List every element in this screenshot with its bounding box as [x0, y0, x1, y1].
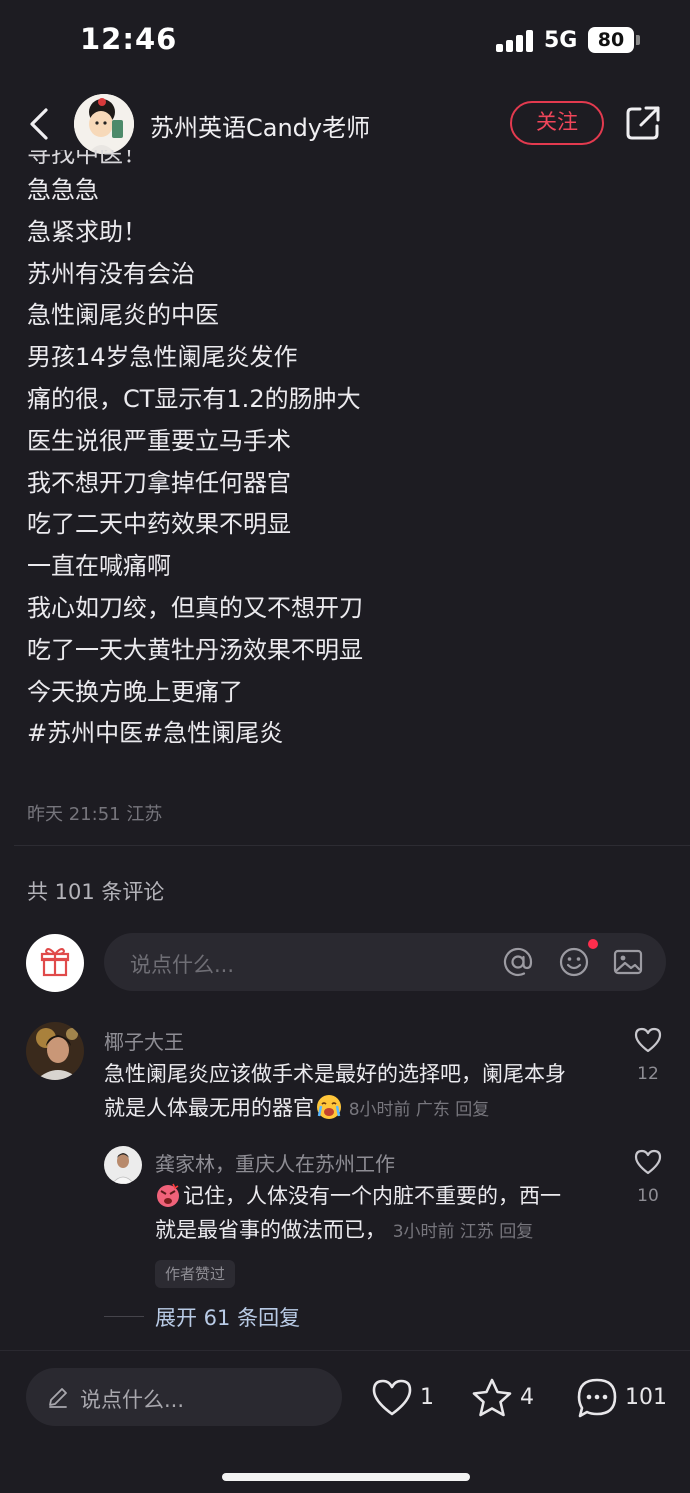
- post-line: 寻找中医！: [27, 150, 147, 168]
- post-line: 医生说很严重要立马手术: [27, 426, 291, 455]
- reply-meta[interactable]: 3小时前 江苏 回复: [393, 1222, 534, 1242]
- commenter-avatar[interactable]: [26, 1022, 84, 1080]
- post-timestamp: 昨天 21:51 江苏: [27, 804, 163, 825]
- post-line: 今天换方晚上更痛了: [27, 677, 243, 706]
- author-name[interactable]: 苏州英语Candy老师: [150, 108, 370, 143]
- comment-like-button[interactable]: 12: [628, 1026, 668, 1084]
- back-icon[interactable]: [24, 104, 56, 144]
- reply-like-count: 10: [637, 1186, 659, 1206]
- star-icon: [472, 1378, 512, 1417]
- reply-text-line1: 记住，人体没有一个内脏不重要的，西一: [155, 1179, 625, 1213]
- bottom-action-bar: 说点什么... 1 4 101: [0, 1350, 690, 1493]
- heart-icon: [634, 1027, 662, 1053]
- reply-text-body: 记住，人体没有一个内脏不重要的，西一: [183, 1184, 561, 1208]
- like-count: 1: [420, 1385, 434, 1410]
- comment-button[interactable]: 101: [575, 1377, 667, 1419]
- author-liked-badge: 作者赞过: [155, 1260, 236, 1288]
- comment-count: 共 101 条评论: [27, 880, 165, 904]
- favorite-button[interactable]: 4: [470, 1377, 540, 1419]
- reply-name[interactable]: 龚家林，重庆人在苏州工作: [155, 1148, 395, 1177]
- comment-input-placeholder: 说点什么...: [130, 953, 235, 977]
- post-line: 吃了一天大黄牡丹汤效果不明显: [27, 635, 363, 664]
- gift-button[interactable]: [26, 934, 84, 992]
- share-icon[interactable]: [624, 104, 662, 142]
- post-line: 一直在喊痛啊: [27, 552, 171, 581]
- commenter-name[interactable]: 椰子大王: [104, 1026, 184, 1055]
- post-line: 吃了二天中药效果不明显: [27, 510, 291, 539]
- comment-text-line2: 就是人体最无用的器官 8小时前 广东 回复: [104, 1091, 614, 1127]
- comment-like-count: 12: [637, 1064, 659, 1084]
- bottom-input-placeholder: 说点什么...: [80, 1388, 185, 1412]
- crying-emoji-icon: [317, 1095, 341, 1119]
- reply-text: 记住，人体没有一个内脏不重要的，西一 就是最省事的做法而已， 3小时前 江苏 回…: [155, 1179, 625, 1249]
- angry-emoji-icon: [157, 1183, 179, 1207]
- post-line: 急紧求助！: [27, 217, 147, 246]
- expand-line: [104, 1316, 144, 1317]
- heart-icon: [634, 1149, 662, 1175]
- comment-icon: [577, 1378, 617, 1418]
- expand-replies-link[interactable]: 展开 61 条回复: [155, 1302, 300, 1332]
- status-bar: 12:46 5G 80: [0, 0, 690, 84]
- post-line: 痛的很，CT显示有1.2的肠肿大: [27, 384, 361, 413]
- home-indicator[interactable]: [222, 1473, 470, 1481]
- bottom-comment-input[interactable]: 说点什么...: [26, 1368, 342, 1426]
- comment-text-line: 急性阑尾炎应该做手术是最好的选择吧，阑尾本身: [104, 1062, 566, 1086]
- post-line: 急性阑尾炎的中医: [27, 301, 219, 330]
- post-line: 男孩14岁急性阑尾炎发作: [27, 343, 298, 372]
- comment-text-end: 就是人体最无用的器官: [104, 1096, 314, 1120]
- post-line: 我心如刀绞，但真的又不想开刀: [27, 593, 363, 622]
- gift-icon: [40, 948, 70, 977]
- heart-icon: [372, 1379, 412, 1416]
- reply-avatar[interactable]: [104, 1146, 142, 1184]
- battery-cap: [636, 35, 640, 45]
- author-avatar[interactable]: [74, 94, 134, 154]
- signal-icon: [496, 30, 536, 52]
- favorite-count: 4: [520, 1385, 534, 1410]
- post-hashtags[interactable]: #苏州中医#急性阑尾炎: [27, 713, 667, 755]
- reply-like-button[interactable]: 10: [628, 1148, 668, 1206]
- emoji-icon[interactable]: [558, 946, 590, 978]
- at-icon[interactable]: [502, 946, 534, 978]
- notification-dot: [588, 939, 598, 949]
- image-icon[interactable]: [612, 946, 644, 978]
- comment-input[interactable]: 说点什么...: [104, 933, 666, 991]
- post-line: 苏州有没有会治: [27, 259, 195, 288]
- post-line: 我不想开刀拿掉任何器官: [27, 468, 291, 497]
- divider: [14, 845, 690, 846]
- follow-button[interactable]: 关注: [510, 101, 604, 145]
- comment-meta[interactable]: 8小时前 广东 回复: [349, 1100, 490, 1120]
- battery-icon: 80: [588, 27, 634, 53]
- network-label: 5G: [544, 28, 578, 53]
- pen-icon: [49, 1388, 67, 1408]
- like-button[interactable]: 1: [370, 1377, 434, 1419]
- reply-text-end: 就是最省事的做法而已，: [155, 1218, 386, 1242]
- comment-text: 急性阑尾炎应该做手术是最好的选择吧，阑尾本身 就是人体最无用的器官 8小时前 广…: [104, 1057, 614, 1127]
- reply-text-line2: 就是最省事的做法而已， 3小时前 江苏 回复: [155, 1213, 625, 1249]
- post-line: 急急急: [27, 176, 99, 204]
- status-time: 12:46: [80, 22, 178, 56]
- comment-count-bottom: 101: [625, 1385, 667, 1410]
- post-content: 寻找中医！ 急急急 急紧求助！ 苏州有没有会治 急性阑尾炎的中医 男孩14岁急性…: [27, 150, 667, 755]
